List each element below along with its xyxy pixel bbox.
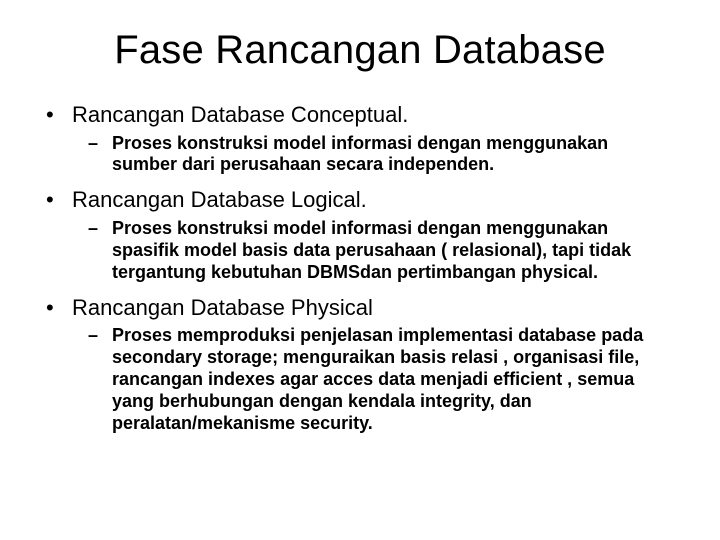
level1-row: • Rancangan Database Physical [40,294,680,322]
level1-text: Rancangan Database Logical. [72,186,680,214]
sub-list: – Proses memproduksi penjelasan implemen… [40,325,680,435]
list-item: • Rancangan Database Logical. – Proses k… [40,186,680,283]
slide-title: Fase Rancangan Database [40,28,680,73]
list-item: – Proses konstruksi model informasi deng… [88,218,680,284]
list-item: • Rancangan Database Conceptual. – Prose… [40,101,680,176]
bullet-icon: • [40,186,72,214]
list-item: • Rancangan Database Physical – Proses m… [40,294,680,435]
level2-text: Proses konstruksi model informasi dengan… [112,133,680,177]
level1-row: • Rancangan Database Logical. [40,186,680,214]
dash-icon: – [88,325,112,347]
list-item: – Proses memproduksi penjelasan implemen… [88,325,680,435]
dash-icon: – [88,133,112,155]
bullet-icon: • [40,294,72,322]
level2-text: Proses konstruksi model informasi dengan… [112,218,680,284]
level1-text: Rancangan Database Physical [72,294,680,322]
sub-list: – Proses konstruksi model informasi deng… [40,218,680,284]
level1-text: Rancangan Database Conceptual. [72,101,680,129]
sub-list: – Proses konstruksi model informasi deng… [40,133,680,177]
content-list: • Rancangan Database Conceptual. – Prose… [40,101,680,435]
level1-row: • Rancangan Database Conceptual. [40,101,680,129]
slide: Fase Rancangan Database • Rancangan Data… [0,0,720,540]
dash-icon: – [88,218,112,240]
list-item: – Proses konstruksi model informasi deng… [88,133,680,177]
level2-text: Proses memproduksi penjelasan implementa… [112,325,680,435]
bullet-icon: • [40,101,72,129]
